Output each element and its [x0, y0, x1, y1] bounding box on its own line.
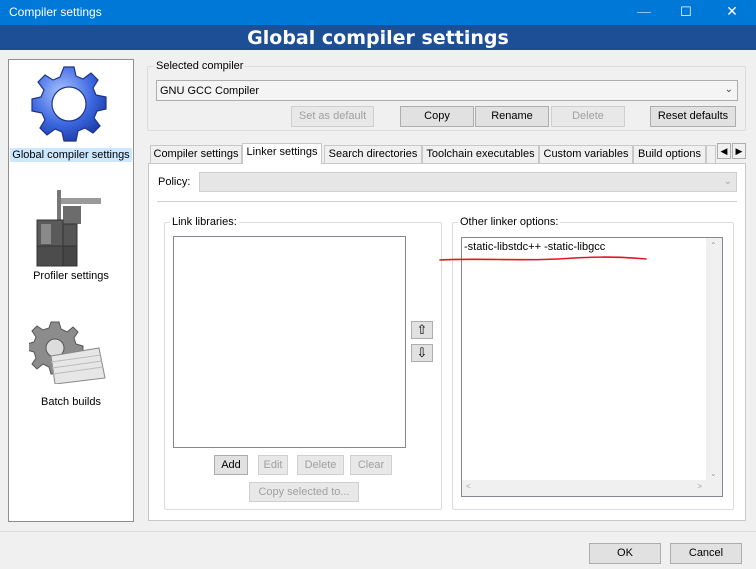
chevron-down-icon: ⌄ — [710, 469, 717, 478]
compiler-select-value: GNU GCC Compiler — [160, 85, 260, 97]
tab-scroll-left-button[interactable]: ◀ — [717, 143, 731, 159]
copy-compiler-button[interactable]: Copy — [400, 106, 474, 127]
tab-overflow — [706, 145, 716, 163]
policy-select[interactable]: ⌄ — [199, 172, 737, 192]
chevron-down-icon: ⌄ — [724, 84, 733, 95]
other-linker-options-label: Other linker options: — [458, 216, 561, 228]
settings-tabs: Compiler settings Linker settings Search… — [150, 143, 748, 164]
title-bar[interactable]: Compiler settings — ☐ ✕ — [0, 0, 756, 25]
delete-compiler-button[interactable]: Delete — [551, 106, 625, 127]
compiler-settings-dialog: Compiler settings — ☐ ✕ Global compiler … — [0, 0, 756, 569]
close-button[interactable]: ✕ — [710, 0, 754, 25]
policy-label: Policy: — [158, 176, 191, 188]
compiler-select[interactable]: GNU GCC Compiler ⌄ — [156, 80, 738, 101]
maximize-button[interactable]: ☐ — [664, 0, 708, 25]
move-down-button[interactable]: ⇩ — [411, 344, 433, 362]
ok-button[interactable]: OK — [589, 543, 661, 564]
gear-icon — [31, 66, 107, 142]
linker-settings-panel: Policy: ⌄ Link libraries: ⇧ ⇩ Add Edit D… — [148, 163, 746, 521]
tab-toolchain-executables[interactable]: Toolchain executables — [422, 145, 539, 163]
tab-linker-settings[interactable]: Linker settings — [242, 143, 322, 164]
sidebar-item-label: Batch builds — [41, 396, 101, 408]
link-libraries-list[interactable] — [173, 236, 406, 448]
link-libraries-label: Link libraries: — [170, 216, 239, 228]
horizontal-scrollbar[interactable]: < > — [462, 480, 706, 496]
chevron-down-icon: ⌄ — [723, 176, 732, 187]
move-up-button[interactable]: ⇧ — [411, 321, 433, 339]
set-as-default-button[interactable]: Set as default — [291, 106, 374, 127]
page-banner: Global compiler settings — [0, 25, 756, 50]
chevron-left-icon: < — [466, 482, 471, 491]
clear-libraries-button[interactable]: Clear — [350, 455, 392, 475]
settings-sidebar: Global compiler settings Profiler settin… — [8, 59, 134, 522]
sidebar-item-label: Profiler settings — [33, 270, 109, 282]
link-libraries-group: Link libraries: ⇧ ⇩ Add Edit Delete Clea… — [164, 216, 442, 510]
cancel-button[interactable]: Cancel — [670, 543, 742, 564]
copy-selected-to-button[interactable]: Copy selected to... — [249, 482, 359, 502]
divider — [157, 201, 737, 202]
tab-search-directories[interactable]: Search directories — [324, 145, 422, 163]
sidebar-item-profiler[interactable]: Profiler settings — [9, 180, 133, 290]
selected-compiler-label: Selected compiler — [154, 60, 246, 72]
sidebar-item-batch-builds[interactable]: Batch builds — [9, 316, 133, 416]
other-linker-options-textarea[interactable]: -static-libstdc++ -static-libgcc ⌃ ⌄ < > — [461, 237, 723, 497]
sidebar-item-label: Global compiler settings — [10, 148, 132, 162]
tab-custom-variables[interactable]: Custom variables — [539, 145, 633, 163]
window-title: Compiler settings — [9, 5, 102, 19]
dialog-footer: OK Cancel — [0, 531, 756, 569]
reset-defaults-button[interactable]: Reset defaults — [650, 106, 736, 127]
tab-scroll-right-button[interactable]: ▶ — [732, 143, 746, 159]
tab-build-options[interactable]: Build options — [633, 145, 706, 163]
delete-library-button[interactable]: Delete — [297, 455, 344, 475]
batch-builds-icon — [29, 321, 106, 384]
edit-library-button[interactable]: Edit — [258, 455, 288, 475]
rename-compiler-button[interactable]: Rename — [475, 106, 549, 127]
chevron-right-icon: > — [697, 482, 702, 491]
arrow-up-icon: ⇧ — [416, 322, 428, 337]
tab-compiler-settings[interactable]: Compiler settings — [150, 145, 242, 163]
red-underline-annotation — [439, 256, 647, 261]
sidebar-item-global-compiler[interactable]: Global compiler settings — [9, 62, 133, 162]
add-library-button[interactable]: Add — [214, 455, 248, 475]
vertical-scrollbar[interactable]: ⌃ ⌄ — [706, 238, 722, 480]
arrow-down-icon: ⇩ — [416, 345, 428, 360]
scrollbar-corner — [706, 480, 722, 496]
profiler-icon — [36, 190, 101, 267]
minimize-button[interactable]: — — [622, 0, 666, 25]
selected-compiler-group: Selected compiler GNU GCC Compiler ⌄ Set… — [147, 60, 746, 131]
chevron-up-icon: ⌃ — [710, 241, 717, 250]
